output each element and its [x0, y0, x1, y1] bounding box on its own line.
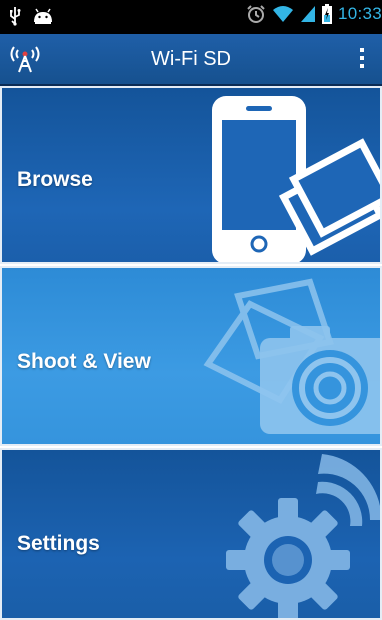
wifi-icon — [272, 6, 293, 22]
status-right-icons: 10:33 — [246, 4, 382, 24]
camera-photos-icon — [203, 278, 380, 434]
shoot-view-label: Shoot & View — [17, 350, 151, 373]
settings-tile[interactable]: Settings — [0, 448, 382, 620]
overflow-menu-button[interactable] — [352, 44, 372, 76]
settings-label: Settings — [17, 532, 100, 555]
browse-label: Browse — [17, 168, 93, 191]
signal-icon — [300, 6, 315, 22]
browse-tile[interactable]: Browse — [0, 86, 382, 264]
shoot-view-tile[interactable]: Shoot & View — [0, 266, 382, 446]
gear-wifi-icon — [226, 454, 380, 618]
action-bar: Wi-Fi SD — [0, 34, 382, 86]
overflow-menu-icon — [352, 48, 372, 68]
smartphone-photos-icon — [212, 96, 380, 262]
status-time: 10:33 — [337, 4, 382, 23]
app-title: Wi-Fi SD — [151, 48, 231, 70]
status-left-icons — [8, 6, 54, 26]
android-icon — [34, 8, 52, 24]
status-bar: 10:33 — [0, 0, 382, 34]
alarm-icon — [247, 5, 265, 23]
battery-icon — [321, 4, 332, 24]
usb-icon — [10, 7, 21, 26]
